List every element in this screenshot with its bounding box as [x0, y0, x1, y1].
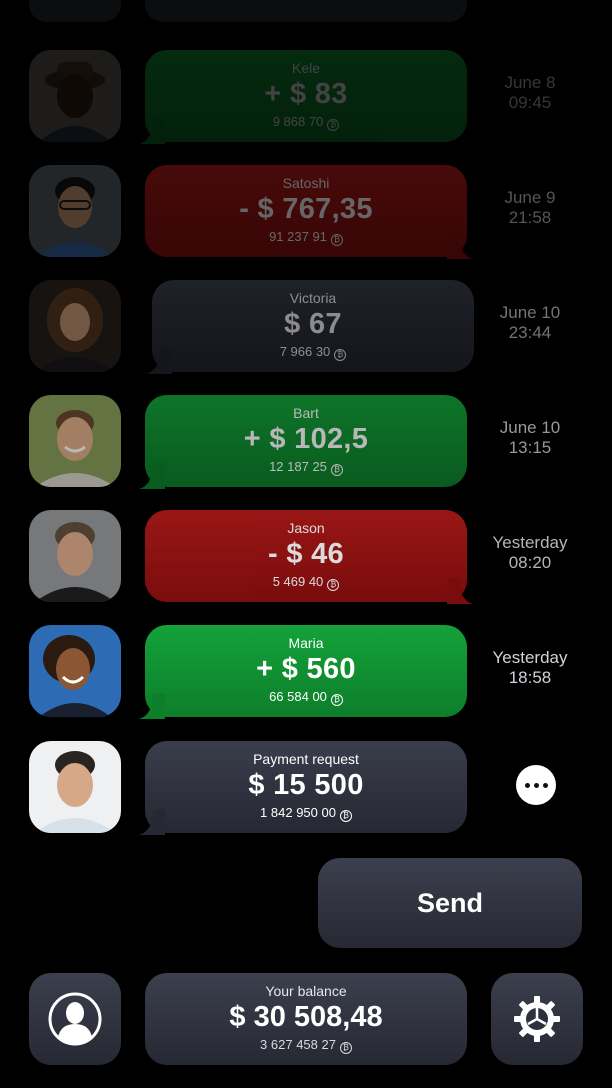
- sender-name: Victoria: [289, 290, 337, 306]
- transaction-row[interactable]: Jason - $ 46 5 469 40 ₿ Yesterday 08:20: [0, 507, 612, 604]
- transaction-amount: - $ 767,35: [239, 193, 373, 225]
- transaction-date: Yesterday: [492, 648, 568, 667]
- coin-value: 3 627 458 27: [260, 1037, 336, 1052]
- transaction-amount: $ 67: [284, 308, 342, 340]
- gear-icon: [514, 996, 560, 1042]
- sender-name: Bart: [293, 405, 319, 421]
- settings-button[interactable]: [491, 973, 583, 1065]
- coin-value: 9 868 70: [272, 114, 324, 129]
- sender-name: Satoshi: [282, 175, 330, 191]
- coin-icon: ₿: [327, 119, 340, 131]
- transaction-amount: + $ 560: [256, 653, 356, 685]
- transaction-time: 18:58: [508, 668, 552, 687]
- balance-label: Your balance: [265, 983, 347, 999]
- coin-icon: ₿: [327, 579, 340, 591]
- transaction-amount: + $ 102,5: [243, 423, 369, 455]
- balance-card[interactable]: Your balance $ 30 508,48 3 627 458 27 ₿: [145, 973, 467, 1065]
- transaction-datetime: June 10 13:15: [480, 418, 580, 458]
- top-bubble-stub: [145, 0, 467, 22]
- more-horizontal-icon[interactable]: [516, 765, 556, 805]
- coin-amount: 91 237 91 ₿: [145, 225, 467, 246]
- coin-icon: ₿: [339, 810, 352, 822]
- coin-value: 91 237 91: [269, 229, 327, 244]
- coin-value: 5 469 40: [272, 574, 324, 589]
- sender-name: Jason: [287, 520, 325, 536]
- transaction-bubble[interactable]: Maria + $ 560 66 584 00 ₿: [139, 625, 467, 719]
- request-label: Payment request: [253, 751, 359, 767]
- user-silhouette-icon: [48, 992, 102, 1046]
- coin-amount: 9 868 70 ₿: [145, 110, 467, 131]
- transaction-bubble[interactable]: Jason - $ 46 5 469 40 ₿: [145, 510, 473, 604]
- sender-name: Maria: [288, 635, 324, 651]
- transaction-datetime: Yesterday 18:58: [480, 648, 580, 688]
- transaction-datetime: June 10 23:44: [480, 303, 580, 343]
- profile-button[interactable]: [29, 973, 121, 1065]
- avatar[interactable]: [29, 625, 121, 717]
- transaction-time: 09:45: [508, 93, 552, 112]
- transaction-bubble[interactable]: Victoria $ 67 7 966 30 ₿: [146, 280, 474, 374]
- transaction-time: 23:44: [508, 323, 552, 342]
- top-fade: [0, 0, 612, 36]
- coin-icon: ₿: [339, 1042, 352, 1054]
- transaction-date: June 10: [499, 303, 561, 322]
- transaction-row[interactable]: Bart + $ 102,5 12 187 25 ₿ June 10 13:15: [0, 392, 612, 489]
- transaction-bubble[interactable]: Kele + $ 83 9 868 70 ₿: [139, 50, 467, 144]
- transaction-row[interactable]: Satoshi - $ 767,35 91 237 91 ₿ June 9 21:…: [0, 162, 612, 259]
- coin-amount: 66 584 00 ₿: [145, 685, 467, 706]
- coin-amount: 1 842 950 00 ₿: [145, 801, 467, 822]
- transaction-row[interactable]: Victoria $ 67 7 966 30 ₿ June 10 23:44: [0, 277, 612, 374]
- avatar[interactable]: [29, 510, 121, 602]
- avatar[interactable]: [29, 165, 121, 257]
- transaction-datetime: June 8 09:45: [480, 73, 580, 113]
- transaction-date: June 9: [504, 188, 556, 207]
- transaction-time: 21:58: [508, 208, 552, 227]
- coin-amount: 5 469 40 ₿: [145, 570, 467, 591]
- transaction-date: June 10: [499, 418, 561, 437]
- sender-name: Kele: [291, 60, 321, 76]
- transaction-amount: + $ 83: [264, 78, 348, 110]
- coin-value: 66 584 00: [269, 689, 327, 704]
- send-button[interactable]: Send: [318, 858, 582, 948]
- payment-request-row[interactable]: Payment request $ 15 500 1 842 950 00 ₿: [0, 738, 612, 835]
- coin-value: 7 966 30: [279, 344, 331, 359]
- coin-amount: 7 966 30 ₿: [152, 340, 474, 361]
- balance-amount: $ 30 508,48: [229, 1001, 383, 1033]
- transaction-datetime: Yesterday 08:20: [480, 533, 580, 573]
- coin-value: 1 842 950 00: [260, 805, 336, 820]
- transaction-row[interactable]: Kele + $ 83 9 868 70 ₿ June 8 09:45: [0, 47, 612, 144]
- coin-icon: ₿: [330, 464, 343, 476]
- transaction-date: Yesterday: [492, 533, 568, 552]
- transaction-bubble[interactable]: Satoshi - $ 767,35 91 237 91 ₿: [145, 165, 473, 259]
- coin-icon: ₿: [334, 349, 347, 361]
- coin-icon: ₿: [330, 694, 343, 706]
- coin-amount: 3 627 458 27 ₿: [145, 1033, 467, 1054]
- transaction-amount: - $ 46: [268, 538, 344, 570]
- transaction-date: June 8: [504, 73, 556, 92]
- coin-icon: ₿: [330, 234, 343, 246]
- transaction-time: 13:15: [508, 438, 552, 457]
- avatar[interactable]: [29, 280, 121, 372]
- request-amount: $ 15 500: [248, 769, 364, 801]
- transaction-datetime: June 9 21:58: [480, 188, 580, 228]
- transaction-row[interactable]: Maria + $ 560 66 584 00 ₿ Yesterday 18:58: [0, 622, 612, 719]
- coin-value: 12 187 25: [269, 459, 327, 474]
- avatar[interactable]: [29, 395, 121, 487]
- transaction-bubble[interactable]: Bart + $ 102,5 12 187 25 ₿: [139, 395, 467, 489]
- transaction-time: 08:20: [508, 553, 552, 572]
- payment-request-bubble[interactable]: Payment request $ 15 500 1 842 950 00 ₿: [139, 741, 467, 835]
- top-avatar-stub: [29, 0, 121, 22]
- coin-amount: 12 187 25 ₿: [145, 455, 467, 476]
- avatar[interactable]: [29, 50, 121, 142]
- avatar[interactable]: [29, 741, 121, 833]
